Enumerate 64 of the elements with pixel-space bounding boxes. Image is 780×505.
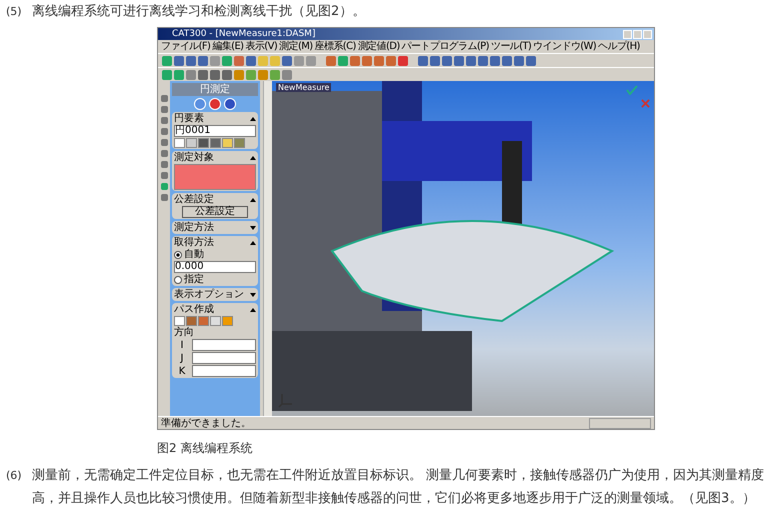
close-button[interactable] <box>643 30 652 38</box>
status-text: 準備ができました。 <box>161 418 251 428</box>
caret-icon <box>250 116 256 120</box>
ok-button[interactable] <box>194 98 206 110</box>
caret-icon <box>250 198 256 202</box>
radio-button[interactable] <box>174 250 182 258</box>
check-icon[interactable] <box>626 85 638 95</box>
shape-icon[interactable] <box>174 138 185 148</box>
section-header[interactable]: 測定対象 <box>174 152 256 163</box>
radio-label: 自動 <box>184 249 204 260</box>
minimize-button[interactable] <box>623 30 632 38</box>
axis-field[interactable] <box>192 352 256 364</box>
caret-icon <box>250 292 256 296</box>
window-title: CAT300 - [NewMeasure1:DASM] <box>172 28 316 40</box>
section-header[interactable]: 円要素 <box>174 113 256 124</box>
tolerance-button[interactable]: 公差設定 <box>182 206 248 218</box>
caret-icon <box>250 308 256 312</box>
scrollbar[interactable] <box>263 81 272 416</box>
item-number: (6) <box>6 468 23 484</box>
caret-icon <box>250 240 256 244</box>
axis-field[interactable] <box>192 339 256 351</box>
section-header[interactable]: 測定方法 <box>174 222 256 233</box>
caret-icon <box>250 156 256 160</box>
shape-icon[interactable] <box>186 138 197 148</box>
direction-label: 方向 <box>174 327 195 338</box>
menu-item[interactable]: 座標系(C) <box>314 40 356 52</box>
axis-label: K <box>178 366 186 376</box>
menu-item[interactable]: ウインドウ(W) <box>533 40 596 52</box>
section-header[interactable]: パス作成 <box>174 304 256 315</box>
shape-icon[interactable] <box>210 138 221 148</box>
value-field[interactable]: 0.000 <box>174 261 256 273</box>
axis-label: J <box>179 352 184 364</box>
caret-icon <box>250 226 256 230</box>
radio-label: 指定 <box>184 274 204 285</box>
figure-caption: 图2 离线编程系统 <box>157 440 254 456</box>
status-pane <box>589 418 651 428</box>
menu-item[interactable]: ファイル(F) <box>161 40 210 52</box>
section-header[interactable]: 取得方法 <box>174 237 256 248</box>
shape-icon[interactable] <box>222 138 233 148</box>
cancel-button[interactable] <box>209 98 221 110</box>
maximize-button[interactable] <box>633 30 642 38</box>
shape-icon[interactable] <box>198 138 209 148</box>
menu-item[interactable]: 表示(V) <box>245 40 278 52</box>
menu-item[interactable]: 測定値(D) <box>358 40 400 52</box>
help-button[interactable] <box>224 98 236 110</box>
menu-item[interactable]: 編集(E) <box>212 40 244 52</box>
path-tool-icon[interactable] <box>222 316 233 326</box>
item-number: (5) <box>6 4 23 20</box>
panel-title: 円測定 <box>172 83 258 96</box>
paragraph: 测量前，无需确定工件定位目标，也无需在工件附近放置目标标识。 测量几何要素时，接触传感器仍广为使用，因为其测量精度高，并且操作人员也比较习惯使用。但随着新型非接触传感器的问世，它们必将更多地逐步用于广泛的测量领域。（见图3。） <box>32 467 766 505</box>
paragraph: 离线编程系统可进行离线学习和检测离线干扰（见图2）。 <box>32 3 366 21</box>
section-header[interactable]: 表示オプション <box>174 289 256 300</box>
axis-label: I <box>180 340 184 350</box>
element-name-field[interactable]: 円0001 <box>174 125 256 137</box>
menu-item[interactable]: ヘルプ(H) <box>598 40 640 52</box>
menu-item[interactable]: 測定(M) <box>279 40 313 52</box>
path-tool-icon[interactable] <box>174 316 185 326</box>
menu-item[interactable]: パートプログラム(P) <box>402 40 489 52</box>
section-header[interactable]: 公差設定 <box>174 194 256 205</box>
radio-button[interactable] <box>174 276 182 284</box>
menu-item[interactable]: ツール(T) <box>490 40 532 52</box>
document-tab[interactable]: NewMeasure <box>276 83 332 92</box>
axis-field[interactable] <box>192 365 256 377</box>
path-tool-icon[interactable] <box>210 316 221 326</box>
